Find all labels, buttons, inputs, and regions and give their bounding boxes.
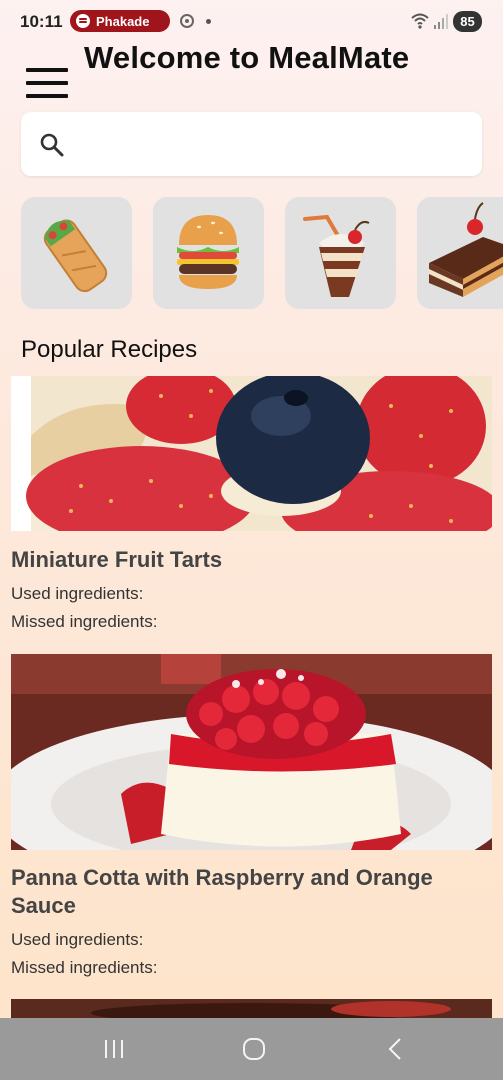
signal-icon — [434, 14, 448, 29]
chrome-icon — [180, 14, 194, 28]
fruit-tart-photo — [11, 376, 492, 531]
search-input[interactable] — [87, 124, 471, 166]
wrap-icon — [43, 219, 108, 293]
recipe-title[interactable]: Miniature Fruit Tarts — [11, 546, 481, 574]
cake-icon — [429, 202, 503, 297]
media-app-label: Phakade — [96, 13, 150, 29]
status-time: 10:11 — [20, 12, 63, 31]
category-drinks[interactable] — [285, 197, 396, 309]
notification-dot-icon — [206, 19, 211, 24]
back-icon[interactable] — [376, 1030, 416, 1068]
recipe-title[interactable]: Panna Cotta with Raspberry and Orange Sa… — [11, 864, 481, 920]
category-carousel[interactable] — [21, 197, 503, 309]
panna-cotta-photo — [11, 654, 492, 850]
search-bar[interactable] — [21, 112, 482, 176]
used-ingredients-label: Used ingredients: — [11, 584, 144, 603]
burger-icon — [177, 215, 239, 289]
category-dessert[interactable] — [417, 197, 503, 309]
wifi-icon — [411, 13, 429, 29]
category-burger[interactable] — [153, 197, 264, 309]
spotify-icon — [76, 14, 90, 28]
battery-indicator: 85 — [453, 11, 482, 32]
recent-apps-icon[interactable] — [94, 1030, 134, 1068]
home-icon[interactable] — [234, 1030, 274, 1068]
category-wrap[interactable] — [21, 197, 132, 309]
recipe-photo-partial — [11, 999, 492, 1018]
search-icon — [40, 133, 64, 157]
recipe-image-panna-cotta[interactable] — [11, 654, 492, 850]
page-title: Welcome to MealMate — [84, 40, 410, 75]
status-bar: 10:11 Phakade 85 — [0, 0, 503, 44]
section-title: Popular Recipes — [21, 336, 198, 363]
recipe-image-fruit-tarts[interactable] — [11, 376, 492, 531]
hamburger-menu-icon[interactable] — [26, 66, 68, 100]
milkshake-icon — [303, 214, 370, 297]
media-notification-pill[interactable]: Phakade — [70, 10, 170, 32]
missed-ingredients-label: Missed ingredients: — [11, 612, 158, 631]
used-ingredients-label: Used ingredients: — [11, 930, 144, 949]
recipe-image-next[interactable] — [11, 999, 492, 1018]
system-navigation-bar — [0, 1018, 503, 1080]
missed-ingredients-label: Missed ingredients: — [11, 958, 158, 977]
